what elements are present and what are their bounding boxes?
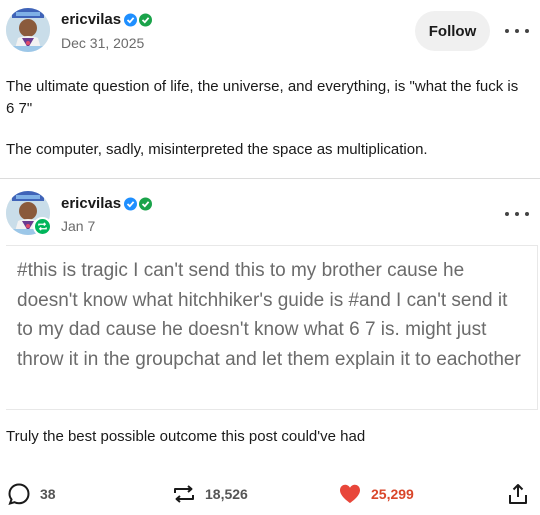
post-date[interactable]: Dec 31, 2025 bbox=[61, 35, 144, 51]
post-paragraph-1: The ultimate question of life, the unive… bbox=[6, 78, 519, 117]
reply-button[interactable]: 38 bbox=[7, 482, 56, 506]
like-button[interactable]: 25,299 bbox=[338, 482, 414, 506]
more-options-icon[interactable] bbox=[505, 23, 529, 39]
reblog-tags[interactable]: #this is tragic I can't send this to my … bbox=[17, 256, 527, 374]
more-options-icon[interactable] bbox=[505, 206, 529, 222]
follow-button[interactable]: Follow bbox=[415, 11, 490, 51]
share-icon bbox=[509, 484, 527, 504]
reblog-badge-icon bbox=[33, 217, 52, 236]
reply-count: 38 bbox=[40, 486, 56, 502]
reply-icon bbox=[8, 483, 30, 505]
avatar[interactable] bbox=[6, 8, 50, 52]
post-paragraph-2: The computer, sadly, misinterpreted the … bbox=[6, 141, 428, 158]
reblog-tags-box: #this is tragic I can't send this to my … bbox=[6, 245, 538, 410]
like-count: 25,299 bbox=[371, 486, 414, 502]
reblog-divider bbox=[0, 178, 540, 179]
reblog-button[interactable]: 18,526 bbox=[172, 482, 248, 506]
checkmark-badge-icon bbox=[124, 197, 152, 211]
reblog-username[interactable]: ericvilas bbox=[61, 195, 121, 212]
reblog-count: 18,526 bbox=[205, 486, 248, 502]
checkmark-badge-icon bbox=[124, 13, 152, 27]
like-heart-icon bbox=[340, 484, 360, 503]
post-username[interactable]: ericvilas bbox=[61, 11, 121, 28]
share-button[interactable] bbox=[507, 482, 529, 506]
reblog-date[interactable]: Jan 7 bbox=[61, 218, 95, 234]
reblog-comment: Truly the best possible outcome this pos… bbox=[6, 428, 366, 445]
reblog-icon bbox=[174, 485, 194, 503]
